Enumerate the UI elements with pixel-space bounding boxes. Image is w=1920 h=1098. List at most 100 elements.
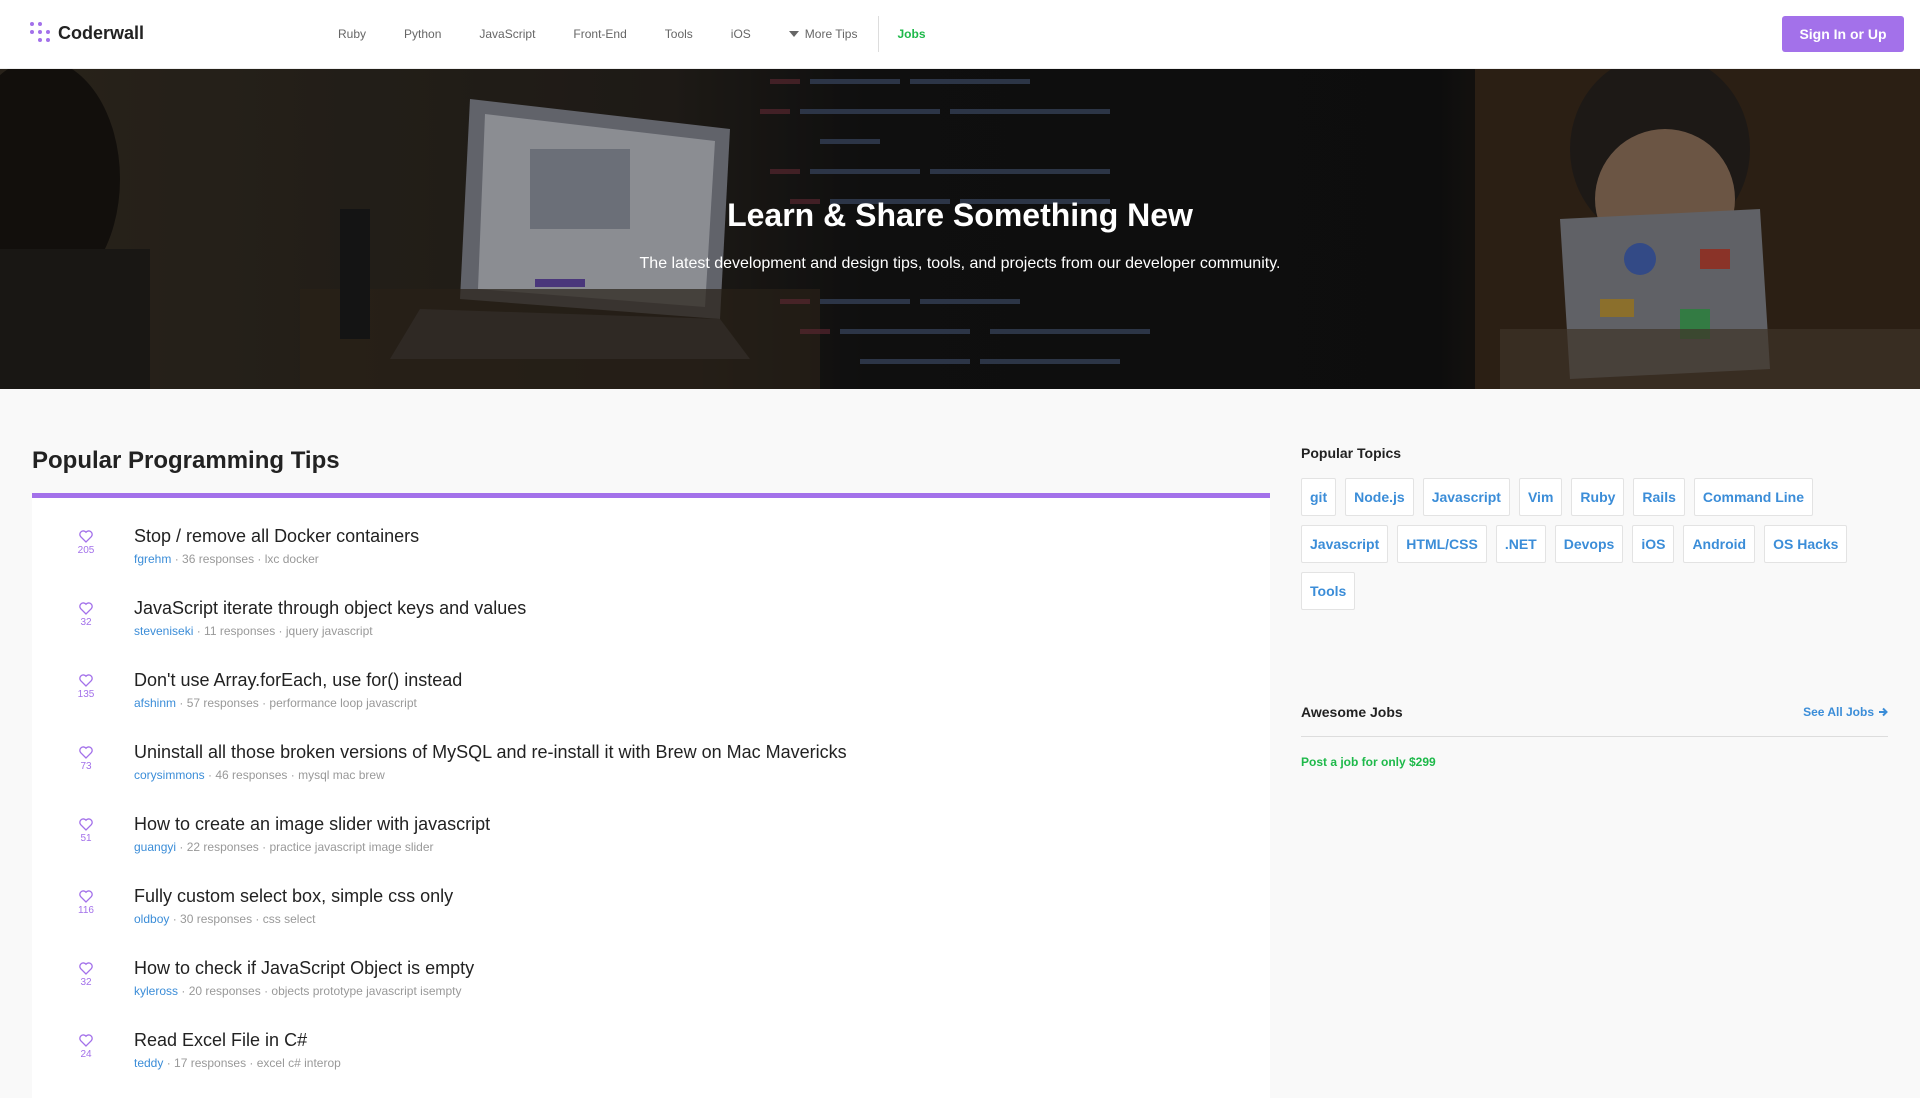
arrow-right-icon: [1879, 707, 1888, 717]
sign-in-button[interactable]: Sign In or Up: [1782, 16, 1904, 52]
tip-responses: 46 responses: [215, 768, 288, 782]
tip-title-link[interactable]: How to create an image slider with javas…: [134, 814, 490, 835]
topic-tag[interactable]: iOS: [1632, 525, 1675, 563]
tip-responses: 22 responses: [186, 840, 259, 854]
like-button[interactable]: 32: [76, 962, 96, 988]
tip-title-link[interactable]: JavaScript iterate through object keys a…: [134, 598, 526, 619]
tip-item: 32 JavaScript iterate through object key…: [32, 594, 1270, 666]
nav-divider: [878, 16, 880, 52]
tip-responses: 30 responses: [180, 912, 253, 926]
awesome-jobs-header: Awesome Jobs See All Jobs: [1301, 704, 1888, 737]
tip-meta: steveniseki · 11 responses · jquery java…: [134, 624, 373, 638]
see-all-jobs-label: See All Jobs: [1803, 705, 1874, 719]
like-button[interactable]: 73: [76, 746, 96, 772]
topic-tag[interactable]: Javascript: [1422, 478, 1510, 516]
nav-link-ios[interactable]: iOS: [712, 27, 770, 41]
heart-icon: [79, 890, 93, 903]
tip-meta: kyleross · 20 responses · objects protot…: [134, 984, 462, 998]
section-title: Popular Programming Tips: [32, 447, 340, 474]
topic-tag[interactable]: .NET: [1495, 525, 1546, 563]
tip-title-link[interactable]: Read Excel File in C#: [134, 1030, 307, 1051]
nav-link-ruby[interactable]: Ruby: [319, 27, 385, 41]
tip-item: 135 Don't use Array.forEach, use for() i…: [32, 666, 1270, 738]
tip-author-link[interactable]: corysimmons: [134, 768, 205, 782]
topic-tag[interactable]: Node.js: [1345, 478, 1414, 516]
tip-meta: oldboy · 30 responses · css select: [134, 912, 316, 926]
like-count: 73: [80, 761, 92, 772]
tip-tags: excel c# interop: [256, 1056, 341, 1070]
tip-meta: afshinm · 57 responses · performance loo…: [134, 696, 417, 710]
sidebar: Popular Topics git Node.js Javascript Vi…: [1301, 389, 1888, 769]
topic-tag[interactable]: git: [1301, 478, 1337, 516]
nav-link-tools[interactable]: Tools: [646, 27, 712, 41]
nav-links: Ruby Python JavaScript Front-End Tools i…: [319, 0, 938, 68]
tip-meta: guangyi · 22 responses · practice javasc…: [134, 840, 434, 854]
like-button[interactable]: 51: [76, 818, 96, 844]
tip-title-link[interactable]: Stop / remove all Docker containers: [134, 526, 419, 547]
like-button[interactable]: 24: [76, 1034, 96, 1060]
heart-icon: [79, 674, 93, 687]
heart-icon: [79, 818, 93, 831]
heart-icon: [79, 602, 93, 615]
tip-title-link[interactable]: Fully custom select box, simple css only: [134, 886, 453, 907]
tip-title-link[interactable]: How to check if JavaScript Object is emp…: [134, 958, 474, 979]
heart-icon: [79, 530, 93, 543]
tip-author-link[interactable]: kyleross: [134, 984, 178, 998]
nav-link-python[interactable]: Python: [385, 27, 460, 41]
tip-author-link[interactable]: oldboy: [134, 912, 169, 926]
tip-item: 51 How to create an image slider with ja…: [32, 810, 1270, 882]
topic-tag[interactable]: Command Line: [1693, 478, 1813, 516]
like-count: 32: [80, 617, 92, 628]
brand-logo-link[interactable]: Coderwall: [30, 22, 144, 44]
topic-tag[interactable]: Rails: [1633, 478, 1685, 516]
like-button[interactable]: 116: [76, 890, 96, 916]
tip-tags: mysql mac brew: [298, 768, 385, 782]
topic-tag[interactable]: Devops: [1554, 525, 1624, 563]
hero-subtitle: The latest development and design tips, …: [639, 255, 1281, 272]
topic-tag[interactable]: Vim: [1518, 478, 1563, 516]
coderwall-logo-icon: [30, 22, 50, 44]
tip-author-link[interactable]: guangyi: [134, 840, 176, 854]
like-count: 24: [80, 1049, 92, 1060]
topic-tag[interactable]: Ruby: [1571, 478, 1625, 516]
post-job-link[interactable]: Post a job for only $299: [1301, 755, 1888, 769]
like-button[interactable]: 32: [76, 602, 96, 628]
topic-tag[interactable]: HTML/CSS: [1397, 525, 1487, 563]
tip-title-link[interactable]: Uninstall all those broken versions of M…: [134, 742, 847, 763]
see-all-jobs-link[interactable]: See All Jobs: [1803, 705, 1888, 719]
nav-link-front-end[interactable]: Front-End: [554, 27, 645, 41]
topic-tag[interactable]: OS Hacks: [1764, 525, 1848, 563]
like-button[interactable]: 205: [76, 530, 96, 556]
tip-author-link[interactable]: afshinm: [134, 696, 176, 710]
hero-title: Learn & Share Something New: [727, 197, 1193, 233]
tip-author-link[interactable]: steveniseki: [134, 624, 193, 638]
topics-list: git Node.js Javascript Vim Ruby Rails Co…: [1301, 478, 1891, 610]
tip-author-link[interactable]: fgrehm: [134, 552, 171, 566]
like-count: 116: [78, 905, 94, 916]
brand-name: Coderwall: [58, 22, 145, 43]
tip-meta: fgrehm · 36 responses · lxc docker: [134, 552, 319, 566]
tip-meta: corysimmons · 46 responses · mysql mac b…: [134, 768, 385, 782]
caret-down-icon: [788, 31, 799, 37]
topic-tag[interactable]: Android: [1683, 525, 1756, 563]
tip-item: 116 Fully custom select box, simple css …: [32, 882, 1270, 954]
main-content: Popular Programming Tips 205 Stop / remo…: [32, 389, 1270, 1098]
top-navbar: Coderwall Ruby Python JavaScript Front-E…: [0, 0, 1920, 69]
like-button[interactable]: 135: [76, 674, 96, 700]
tip-author-link[interactable]: teddy: [134, 1056, 163, 1070]
tip-responses: 11 responses: [204, 624, 276, 638]
topic-tag[interactable]: Javascript: [1301, 525, 1389, 563]
tip-title-link[interactable]: Don't use Array.forEach, use for() inste…: [134, 670, 462, 691]
tip-responses: 57 responses: [186, 696, 259, 710]
tip-responses: 20 responses: [188, 984, 261, 998]
nav-link-javascript[interactable]: JavaScript: [460, 27, 554, 41]
tip-tags: performance loop javascript: [269, 696, 417, 710]
like-count: 32: [80, 977, 92, 988]
nav-link-jobs[interactable]: Jobs: [885, 27, 937, 41]
tip-item: 73 Uninstall all those broken versions o…: [32, 738, 1270, 810]
more-tips-dropdown[interactable]: More Tips: [770, 27, 877, 41]
heart-icon: [79, 1034, 93, 1047]
topic-tag[interactable]: Tools: [1301, 572, 1356, 610]
tips-list: 205 Stop / remove all Docker containers …: [32, 498, 1270, 1098]
tip-tags: css select: [262, 912, 316, 926]
